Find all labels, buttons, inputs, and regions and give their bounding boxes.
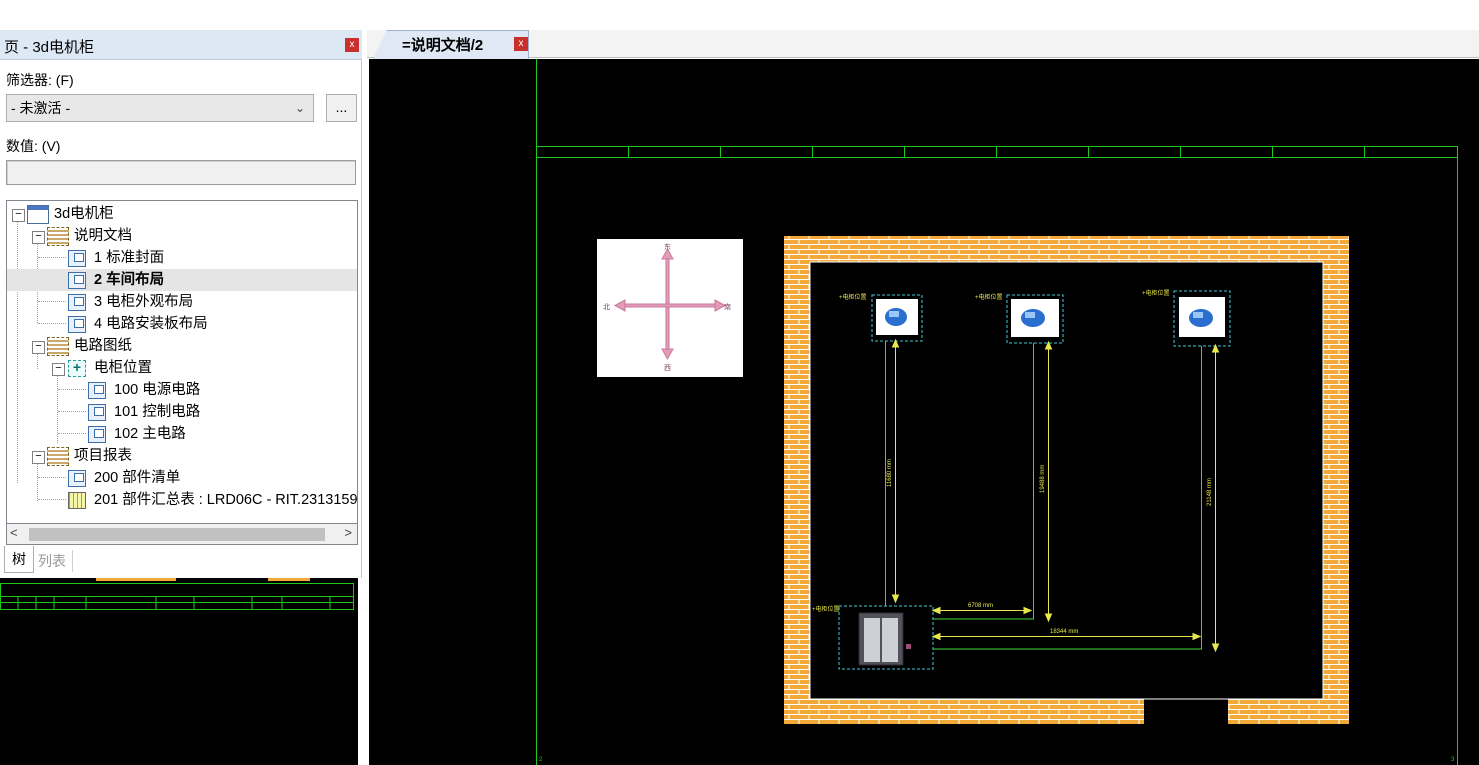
tree-item-label: 2 车间布局 — [94, 272, 165, 288]
value-input[interactable] — [6, 160, 356, 185]
tree-item-label: 101 控制电路 — [114, 404, 201, 420]
tree-item-page[interactable]: 100 电源电路 — [7, 379, 357, 401]
tab-list[interactable]: 列表 — [38, 550, 73, 572]
tree-item-label: 201 部件汇总表 : LRD06C - RIT.2313159 — [94, 492, 357, 508]
scrollbar-thumb[interactable] — [29, 528, 325, 541]
tab-document-label: =说明文档/2 — [402, 37, 484, 54]
tree-item-page[interactable]: 4 电路安装板布局 — [7, 313, 357, 335]
tab-document[interactable]: =说明文档/2 x — [373, 30, 529, 59]
dimension-label-1: 11680 mm — [887, 459, 893, 487]
panel-header: 页 - 3d电机柜 x — [0, 30, 362, 60]
page-icon — [68, 272, 86, 289]
tree-item-page[interactable]: 1 标准封面 — [7, 247, 357, 269]
page-tree: − 3d电机柜 − 说明文档 1 标准封面 2 车间布局 3 电柜外观布局 4 … — [6, 200, 358, 545]
tree-item-label: 电路图纸 — [74, 338, 132, 354]
dimension-label-2: 19488 mm — [1040, 465, 1046, 493]
page-icon — [88, 426, 106, 443]
tree-item-label: 说明文档 — [74, 228, 132, 244]
page-icon — [88, 382, 106, 399]
folder-icon — [47, 227, 69, 246]
tree-item-label: 4 电路安装板布局 — [94, 316, 208, 332]
compass-south: 南 — [724, 302, 731, 311]
sheet-corner-left: 2 — [539, 757, 543, 763]
folder-icon — [47, 447, 69, 466]
compass-east: 东 — [664, 242, 671, 251]
page-navigator-panel: 页 - 3d电机柜 x 筛选器: (F) - 未激活 - ⌄ ... 数值: (… — [0, 30, 362, 578]
sheet-corner-right: 3 — [1451, 757, 1455, 763]
tree-item-label: 200 部件清单 — [94, 470, 181, 486]
page-icon — [68, 250, 86, 267]
filter-value: - 未激活 - — [11, 100, 71, 116]
tree-item-label: 3 电柜外观布局 — [94, 294, 194, 310]
tree-item-folder-docs[interactable]: − 说明文档 — [7, 225, 357, 247]
tree-item-folder-reports[interactable]: − 项目报表 — [7, 445, 357, 467]
tree-item-page[interactable]: 200 部件清单 — [7, 467, 357, 489]
tree-item-label: 3d电机柜 — [54, 206, 114, 222]
page-icon — [68, 294, 86, 311]
device-label: +电柜位置 — [839, 293, 867, 301]
filter-more-button[interactable]: ... — [326, 94, 357, 122]
dimension-label-3: 21148 mm — [1207, 478, 1213, 506]
tree-item-page[interactable]: 102 主电路 — [7, 423, 357, 445]
tree-item-page-selected[interactable]: 2 车间布局 — [7, 269, 357, 291]
panel-splitter[interactable] — [358, 578, 367, 765]
panel-close-button[interactable]: x — [345, 38, 359, 52]
dimension-label-5: 18344 mm — [1050, 629, 1078, 635]
folder-icon — [47, 337, 69, 356]
tree-item-label: 102 主电路 — [114, 426, 186, 442]
motor-3[interactable]: +电柜位置 — [1142, 289, 1231, 347]
page-icon — [68, 470, 86, 487]
collapse-toggle-icon[interactable]: − — [52, 363, 65, 376]
location-icon: + — [68, 360, 86, 377]
dimension-label-4: 6708 mm — [968, 603, 993, 609]
tab-tree[interactable]: 树 — [4, 546, 34, 573]
sheet-frame — [536, 59, 1458, 765]
tree-item-report[interactable]: 201 部件汇总表 : LRD06C - RIT.2313159 — [7, 489, 357, 511]
filter-label: 筛选器: (F) — [6, 72, 74, 88]
collapse-toggle-icon[interactable]: − — [32, 231, 45, 244]
compass-rose: 东 西 北 南 — [597, 239, 743, 377]
motor-1[interactable]: +电柜位置 — [839, 293, 923, 342]
project-icon — [27, 205, 49, 224]
compass-west: 西 — [664, 364, 671, 372]
tree-item-page[interactable]: 3 电柜外观布局 — [7, 291, 357, 313]
document-tab-bar: =说明文档/2 x — [367, 30, 1479, 59]
electrical-cabinet[interactable]: +电柜位置 — [812, 605, 934, 670]
value-label: 数值: (V) — [6, 138, 61, 154]
collapse-toggle-icon[interactable]: − — [32, 341, 45, 354]
collapse-toggle-icon[interactable]: − — [32, 451, 45, 464]
device-label: +电柜位置 — [1142, 289, 1170, 297]
scroll-left-icon[interactable]: < — [10, 525, 18, 540]
filter-select[interactable]: - 未激活 - ⌄ — [6, 94, 314, 122]
tree-horizontal-scrollbar[interactable]: < > — [6, 523, 358, 545]
page-thumbnail-preview — [0, 578, 358, 765]
page-icon — [68, 316, 86, 333]
scroll-right-icon[interactable]: > — [344, 525, 352, 540]
page-icon — [88, 404, 106, 421]
tree-item-label: 100 电源电路 — [114, 382, 201, 398]
dimension-lines — [891, 338, 1220, 653]
compass-north: 北 — [603, 303, 610, 311]
tree-item-label: 电柜位置 — [94, 360, 152, 376]
collapse-toggle-icon[interactable]: − — [12, 209, 25, 222]
tree-item-label: 项目报表 — [74, 448, 132, 464]
tree-item-label: 1 标准封面 — [94, 250, 165, 266]
wiring — [885, 341, 1202, 650]
device-label: +电柜位置 — [975, 293, 1003, 301]
chevron-down-icon: ⌄ — [294, 101, 305, 115]
tree-item-project[interactable]: − 3d电机柜 — [7, 203, 357, 225]
table-icon — [68, 492, 86, 509]
panel-title: 页 - 3d电机柜 — [4, 39, 95, 56]
tab-close-button[interactable]: x — [514, 37, 528, 51]
motor-2[interactable]: +电柜位置 — [975, 293, 1064, 344]
drawing-canvas[interactable]: 2 3 东 西 北 南 +电柜位置 +电柜位置 +电柜位置 +电柜位置 1168… — [369, 59, 1479, 765]
tree-item-folder-circuits[interactable]: − 电路图纸 — [7, 335, 357, 357]
tree-item-page[interactable]: 101 控制电路 — [7, 401, 357, 423]
tree-item-location[interactable]: − + 电柜位置 — [7, 357, 357, 379]
device-label: +电柜位置 — [812, 605, 840, 613]
